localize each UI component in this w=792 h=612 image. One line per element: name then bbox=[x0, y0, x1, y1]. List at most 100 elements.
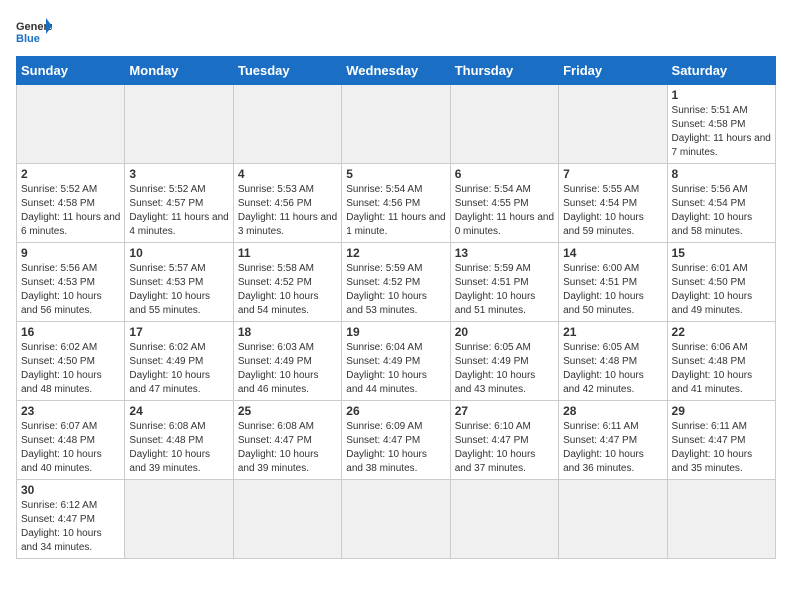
calendar-cell: 20 Sunrise: 6:05 AMSunset: 4:49 PMDayligh… bbox=[450, 322, 558, 401]
calendar-cell: 6 Sunrise: 5:54 AMSunset: 4:55 PMDaylight… bbox=[450, 164, 558, 243]
calendar-cell bbox=[450, 85, 558, 164]
calendar-row: 23 Sunrise: 6:07 AMSunset: 4:48 PMDayligh… bbox=[17, 401, 776, 480]
calendar-cell: 26Sunrise: 6:09 AMSunset: 4:47 PMDayligh… bbox=[342, 401, 450, 480]
calendar-cell bbox=[450, 480, 558, 559]
calendar-cell: 12Sunrise: 5:59 AMSunset: 4:52 PMDayligh… bbox=[342, 243, 450, 322]
calendar-cell bbox=[342, 85, 450, 164]
calendar-cell: 13 Sunrise: 5:59 AMSunset: 4:51 PMDayligh… bbox=[450, 243, 558, 322]
calendar-cell bbox=[233, 480, 341, 559]
day-info: Sunrise: 6:02 AMSunset: 4:49 PMDaylight:… bbox=[129, 341, 228, 397]
day-number: 19 bbox=[346, 325, 445, 339]
day-number: 28 bbox=[563, 404, 662, 418]
day-number: 10 bbox=[129, 246, 228, 260]
day-number: 3 bbox=[129, 167, 228, 181]
weekday-header-friday: Friday bbox=[559, 57, 667, 85]
calendar-cell: 7 Sunrise: 5:55 AMSunset: 4:54 PMDaylight… bbox=[559, 164, 667, 243]
day-number: 29 bbox=[672, 404, 771, 418]
weekday-header-sunday: Sunday bbox=[17, 57, 125, 85]
calendar-cell: 9 Sunrise: 5:56 AMSunset: 4:53 PMDaylight… bbox=[17, 243, 125, 322]
calendar-cell bbox=[125, 85, 233, 164]
day-number: 30 bbox=[21, 483, 120, 497]
calendar-cell: 29 Sunrise: 6:11 AMSunset: 4:47 PMDayligh… bbox=[667, 401, 775, 480]
day-info: Sunrise: 5:56 AMSunset: 4:54 PMDaylight:… bbox=[672, 183, 771, 239]
day-number: 2 bbox=[21, 167, 120, 181]
calendar-cell: 27 Sunrise: 6:10 AMSunset: 4:47 PMDayligh… bbox=[450, 401, 558, 480]
day-number: 23 bbox=[21, 404, 120, 418]
day-info: Sunrise: 6:00 AMSunset: 4:51 PMDaylight:… bbox=[563, 262, 662, 318]
calendar-cell: 10 Sunrise: 5:57 AMSunset: 4:53 PMDayligh… bbox=[125, 243, 233, 322]
logo-icon: General Blue bbox=[16, 16, 52, 46]
day-number: 14 bbox=[563, 246, 662, 260]
day-info: Sunrise: 5:52 AMSunset: 4:57 PMDaylight:… bbox=[129, 183, 228, 239]
day-info: Sunrise: 5:51 AMSunset: 4:58 PMDaylight:… bbox=[672, 104, 771, 160]
day-number: 25 bbox=[238, 404, 337, 418]
calendar-row: 2 Sunrise: 5:52 AMSunset: 4:58 PMDaylight… bbox=[17, 164, 776, 243]
day-info: Sunrise: 5:52 AMSunset: 4:58 PMDaylight:… bbox=[21, 183, 120, 239]
calendar-cell: 24Sunrise: 6:08 AMSunset: 4:48 PMDayligh… bbox=[125, 401, 233, 480]
day-number: 9 bbox=[21, 246, 120, 260]
day-number: 7 bbox=[563, 167, 662, 181]
day-info: Sunrise: 6:01 AMSunset: 4:50 PMDaylight:… bbox=[672, 262, 771, 318]
calendar-cell: 14 Sunrise: 6:00 AMSunset: 4:51 PMDayligh… bbox=[559, 243, 667, 322]
calendar-cell: 16Sunrise: 6:02 AMSunset: 4:50 PMDayligh… bbox=[17, 322, 125, 401]
calendar-cell: 15Sunrise: 6:01 AMSunset: 4:50 PMDayligh… bbox=[667, 243, 775, 322]
calendar-cell: 25 Sunrise: 6:08 AMSunset: 4:47 PMDayligh… bbox=[233, 401, 341, 480]
day-info: Sunrise: 6:06 AMSunset: 4:48 PMDaylight:… bbox=[672, 341, 771, 397]
day-number: 20 bbox=[455, 325, 554, 339]
day-number: 8 bbox=[672, 167, 771, 181]
day-number: 21 bbox=[563, 325, 662, 339]
calendar-cell: 4 Sunrise: 5:53 AMSunset: 4:56 PMDaylight… bbox=[233, 164, 341, 243]
calendar-cell: 21Sunrise: 6:05 AMSunset: 4:48 PMDayligh… bbox=[559, 322, 667, 401]
day-info: Sunrise: 6:11 AMSunset: 4:47 PMDaylight:… bbox=[672, 420, 771, 476]
day-info: Sunrise: 6:11 AMSunset: 4:47 PMDaylight:… bbox=[563, 420, 662, 476]
calendar-cell bbox=[559, 480, 667, 559]
day-info: Sunrise: 6:05 AMSunset: 4:49 PMDaylight:… bbox=[455, 341, 554, 397]
day-number: 6 bbox=[455, 167, 554, 181]
day-number: 11 bbox=[238, 246, 337, 260]
calendar-cell bbox=[233, 85, 341, 164]
day-info: Sunrise: 5:58 AMSunset: 4:52 PMDaylight:… bbox=[238, 262, 337, 318]
calendar-row: 9 Sunrise: 5:56 AMSunset: 4:53 PMDaylight… bbox=[17, 243, 776, 322]
day-number: 4 bbox=[238, 167, 337, 181]
calendar-cell bbox=[667, 480, 775, 559]
day-info: Sunrise: 5:55 AMSunset: 4:54 PMDaylight:… bbox=[563, 183, 662, 239]
day-info: Sunrise: 6:10 AMSunset: 4:47 PMDaylight:… bbox=[455, 420, 554, 476]
calendar-cell: 8 Sunrise: 5:56 AMSunset: 4:54 PMDaylight… bbox=[667, 164, 775, 243]
day-info: Sunrise: 6:08 AMSunset: 4:48 PMDaylight:… bbox=[129, 420, 228, 476]
calendar-cell: 22Sunrise: 6:06 AMSunset: 4:48 PMDayligh… bbox=[667, 322, 775, 401]
calendar-cell: 18Sunrise: 6:03 AMSunset: 4:49 PMDayligh… bbox=[233, 322, 341, 401]
calendar-cell: 2 Sunrise: 5:52 AMSunset: 4:58 PMDaylight… bbox=[17, 164, 125, 243]
day-info: Sunrise: 6:07 AMSunset: 4:48 PMDaylight:… bbox=[21, 420, 120, 476]
day-info: Sunrise: 5:59 AMSunset: 4:52 PMDaylight:… bbox=[346, 262, 445, 318]
day-info: Sunrise: 6:12 AMSunset: 4:47 PMDaylight:… bbox=[21, 499, 120, 555]
calendar-cell: 30 Sunrise: 6:12 AMSunset: 4:47 PMDayligh… bbox=[17, 480, 125, 559]
calendar-cell: 28 Sunrise: 6:11 AMSunset: 4:47 PMDayligh… bbox=[559, 401, 667, 480]
day-info: Sunrise: 6:08 AMSunset: 4:47 PMDaylight:… bbox=[238, 420, 337, 476]
day-info: Sunrise: 5:56 AMSunset: 4:53 PMDaylight:… bbox=[21, 262, 120, 318]
logo: General Blue bbox=[16, 16, 52, 46]
calendar-cell: 5Sunrise: 5:54 AMSunset: 4:56 PMDaylight… bbox=[342, 164, 450, 243]
day-number: 13 bbox=[455, 246, 554, 260]
day-info: Sunrise: 5:57 AMSunset: 4:53 PMDaylight:… bbox=[129, 262, 228, 318]
calendar-table: SundayMondayTuesdayWednesdayThursdayFrid… bbox=[16, 56, 776, 559]
calendar-cell: 19 Sunrise: 6:04 AMSunset: 4:49 PMDayligh… bbox=[342, 322, 450, 401]
day-info: Sunrise: 5:59 AMSunset: 4:51 PMDaylight:… bbox=[455, 262, 554, 318]
weekday-header-monday: Monday bbox=[125, 57, 233, 85]
day-info: Sunrise: 5:54 AMSunset: 4:55 PMDaylight:… bbox=[455, 183, 554, 239]
day-number: 18 bbox=[238, 325, 337, 339]
weekday-header-saturday: Saturday bbox=[667, 57, 775, 85]
day-info: Sunrise: 5:53 AMSunset: 4:56 PMDaylight:… bbox=[238, 183, 337, 239]
weekday-header-thursday: Thursday bbox=[450, 57, 558, 85]
calendar-cell: 3 Sunrise: 5:52 AMSunset: 4:57 PMDaylight… bbox=[125, 164, 233, 243]
day-info: Sunrise: 6:09 AMSunset: 4:47 PMDaylight:… bbox=[346, 420, 445, 476]
weekday-header-tuesday: Tuesday bbox=[233, 57, 341, 85]
day-info: Sunrise: 5:54 AMSunset: 4:56 PMDaylight:… bbox=[346, 183, 445, 239]
day-info: Sunrise: 6:04 AMSunset: 4:49 PMDaylight:… bbox=[346, 341, 445, 397]
day-number: 27 bbox=[455, 404, 554, 418]
calendar-cell: 11 Sunrise: 5:58 AMSunset: 4:52 PMDayligh… bbox=[233, 243, 341, 322]
calendar-row: 30 Sunrise: 6:12 AMSunset: 4:47 PMDayligh… bbox=[17, 480, 776, 559]
weekday-header-row: SundayMondayTuesdayWednesdayThursdayFrid… bbox=[17, 57, 776, 85]
calendar-cell bbox=[17, 85, 125, 164]
day-number: 1 bbox=[672, 88, 771, 102]
calendar-cell bbox=[559, 85, 667, 164]
